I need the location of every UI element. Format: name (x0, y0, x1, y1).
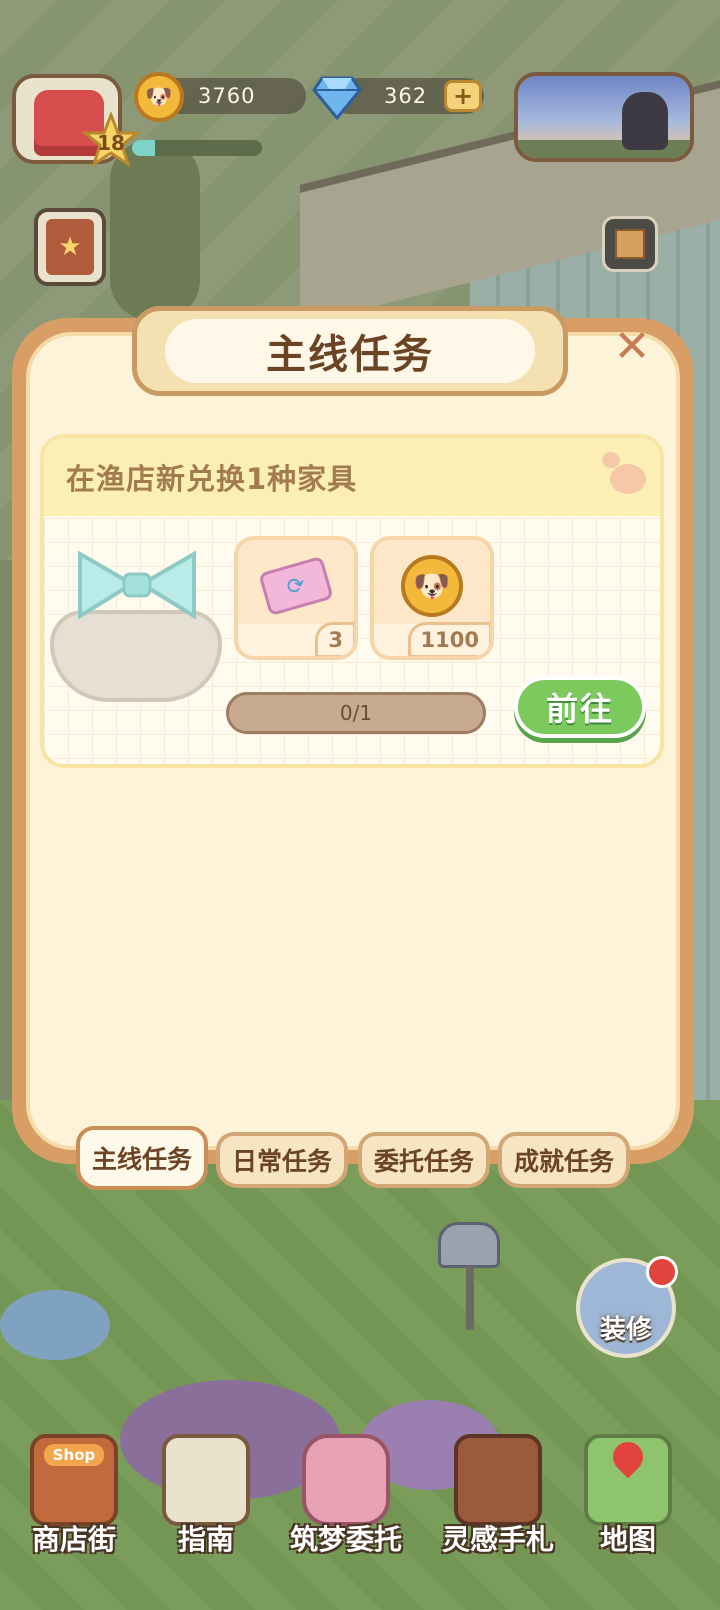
nav-dream-commission[interactable]: 筑梦委托 (286, 1420, 406, 1570)
title-oval: 主线任务 (165, 319, 535, 383)
nav-map[interactable]: 地图 (568, 1420, 688, 1570)
collection-book-button[interactable]: ★ (34, 208, 106, 286)
star-book-icon: ★ (46, 219, 94, 275)
nav-label: 地图 (599, 1523, 656, 1556)
nav-inspiration-notes[interactable]: 灵感手札 (438, 1420, 558, 1570)
stone-path (0, 1290, 110, 1360)
reward-slot[interactable]: 🐶 1100 (370, 536, 494, 660)
tab-daily-quest[interactable]: 日常任务 (216, 1132, 348, 1188)
decoration (610, 464, 646, 494)
shop-icon: Shop (30, 1434, 118, 1526)
xp-progress-fill (132, 140, 156, 156)
ticket-icon: ⟳ (258, 555, 334, 617)
panel-title: 主线任务 (266, 332, 434, 378)
guide-book-icon (162, 1434, 250, 1526)
nav-guide[interactable]: 指南 (146, 1420, 266, 1570)
reward-slot[interactable]: ⟳ 3 (234, 536, 358, 660)
cat-silhouette (622, 92, 668, 150)
level-badge: 18 (82, 112, 140, 170)
notification-dot (646, 1256, 678, 1288)
task-description: 在渔店新兑换1种家具 (66, 462, 358, 496)
task-progress-bar: 0/1 (226, 692, 486, 734)
quest-panel-title-plate: 主线任务 (132, 306, 568, 396)
location-pin (606, 1435, 650, 1479)
add-gems-button[interactable]: + (444, 80, 482, 112)
diamond-icon (312, 76, 362, 120)
bow-ribbon-icon (78, 550, 196, 620)
furniture-preview (50, 546, 226, 706)
tab-label: 成就任务 (513, 1147, 614, 1176)
coin-amount: 3760 (198, 84, 256, 108)
shop-sign: Shop (44, 1444, 104, 1466)
reward-quantity: 3 (315, 622, 354, 656)
reward-quantity: 1100 (407, 622, 490, 656)
close-button[interactable]: ✕ (608, 321, 656, 372)
notebook-icon (302, 1434, 390, 1526)
tab-achievement-quest[interactable]: 成就任务 (498, 1132, 630, 1188)
bottom-navigation: Shop 商店街 指南 筑梦委托 灵感手札 地图 (0, 1420, 720, 1610)
go-button[interactable]: 前往 (514, 676, 646, 738)
tab-commission-quest[interactable]: 委托任务 (358, 1132, 490, 1188)
scenery-thumbnail[interactable] (514, 72, 694, 162)
level-value: 18 (97, 131, 125, 155)
tab-label: 主线任务 (91, 1145, 192, 1174)
storage-box-button[interactable] (602, 216, 658, 272)
mailbox-post (466, 1266, 474, 1330)
go-button-label: 前往 (545, 690, 614, 728)
box-icon (615, 229, 645, 259)
gem-amount: 362 (384, 84, 428, 108)
mailbox[interactable] (438, 1222, 500, 1268)
tab-label: 日常任务 (231, 1147, 332, 1176)
corgi-coin-icon: 🐶 (401, 555, 463, 617)
corgi-coin-icon: 🐶 (134, 72, 184, 122)
nav-label: 指南 (177, 1523, 234, 1556)
quill-book-icon (454, 1434, 542, 1526)
tab-label: 委托任务 (373, 1147, 474, 1176)
nav-label: 商店街 (31, 1523, 116, 1556)
nav-shop-street[interactable]: Shop 商店街 (14, 1420, 134, 1570)
task-header: 在渔店新兑换1种家具 (44, 438, 660, 516)
decorate-label: 装修 (599, 1315, 652, 1345)
nav-label: 筑梦委托 (289, 1523, 402, 1556)
nav-label: 灵感手札 (441, 1523, 554, 1556)
map-pin-icon (584, 1434, 672, 1526)
xp-progress-bar (132, 140, 262, 156)
task-progress-text: 0/1 (339, 701, 373, 725)
tab-main-quest[interactable]: 主线任务 (76, 1126, 208, 1190)
